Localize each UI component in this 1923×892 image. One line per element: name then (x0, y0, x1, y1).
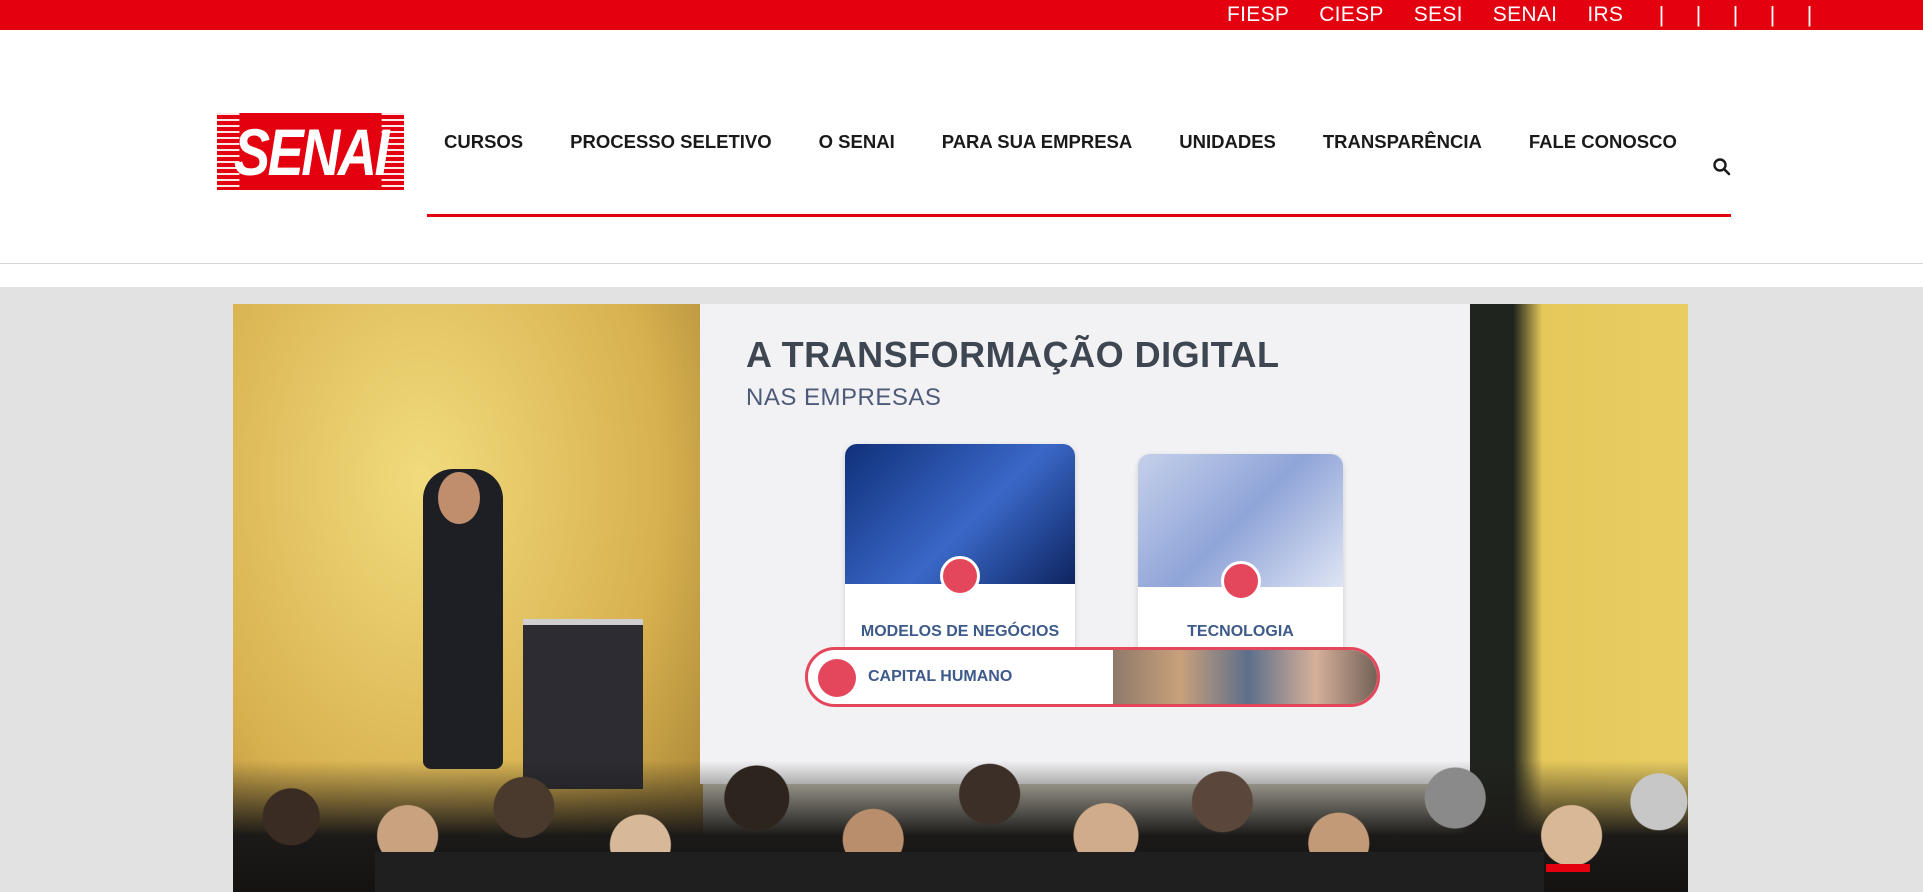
card-tecnologia: TECNOLOGIA (1138, 454, 1343, 659)
card-label: TECNOLOGIA (1187, 623, 1294, 640)
nav-fale-conosco[interactable]: FALE CONOSCO (1529, 131, 1677, 153)
partner-links: FIESP CIESP SESI SENAI IRS (1227, 0, 1653, 30)
logo-text: SENAI (233, 114, 390, 189)
card-label: MODELOS DE NEGÓCIOS (860, 623, 1060, 640)
card-modelos: MODELOS DE NEGÓCIOS (845, 444, 1075, 659)
link-ciesp[interactable]: CIESP (1319, 3, 1384, 27)
hero-slide[interactable]: A TRANSFORMAÇÃO DIGITAL NAS EMPRESAS MOD… (233, 304, 1688, 892)
nav-underline (427, 214, 1731, 217)
nav-processo-seletivo[interactable]: PROCESSO SELETIVO (570, 131, 772, 153)
slide-subtitle: NAS EMPRESAS (746, 384, 942, 411)
link-senai[interactable]: SENAI (1493, 3, 1558, 27)
nav-unidades[interactable]: UNIDADES (1179, 131, 1276, 153)
link-sesi[interactable]: SESI (1414, 3, 1463, 27)
nav-transparencia[interactable]: TRANSPARÊNCIA (1323, 131, 1482, 153)
link-irs[interactable]: IRS (1587, 3, 1623, 27)
robot-icon (1220, 560, 1261, 601)
people-icon (818, 659, 856, 697)
nav-para-sua-empresa[interactable]: PARA SUA EMPRESA (942, 131, 1133, 153)
separator: | (1806, 2, 1813, 27)
search-icon[interactable] (1712, 157, 1732, 177)
crowd-image (1113, 650, 1377, 704)
nav-o-senai[interactable]: O SENAI (819, 131, 895, 153)
main-nav: CURSOS PROCESSO SELETIVO O SENAI PARA SU… (427, 116, 1731, 168)
separator: | (1732, 2, 1739, 27)
speaker-head (438, 472, 480, 524)
separators: | | | | | (1643, 0, 1828, 30)
caption-box (375, 852, 1544, 892)
senai-logo[interactable]: SENAI (217, 113, 404, 190)
link-fiesp[interactable]: FIESP (1227, 3, 1289, 27)
top-bar: FIESP CIESP SESI SENAI IRS | | | | | (0, 0, 1923, 30)
separator: | (1769, 2, 1776, 27)
pill-capital-humano: CAPITAL HUMANO (805, 647, 1380, 707)
separator: | (1695, 2, 1702, 27)
slide-indicator[interactable] (1546, 864, 1590, 872)
separator: | (1658, 2, 1665, 27)
chart-icon (940, 555, 980, 596)
slide-title: A TRANSFORMAÇÃO DIGITAL (746, 334, 1280, 375)
pill-label: CAPITAL HUMANO (868, 668, 1013, 685)
nav-cursos[interactable]: CURSOS (444, 131, 523, 153)
